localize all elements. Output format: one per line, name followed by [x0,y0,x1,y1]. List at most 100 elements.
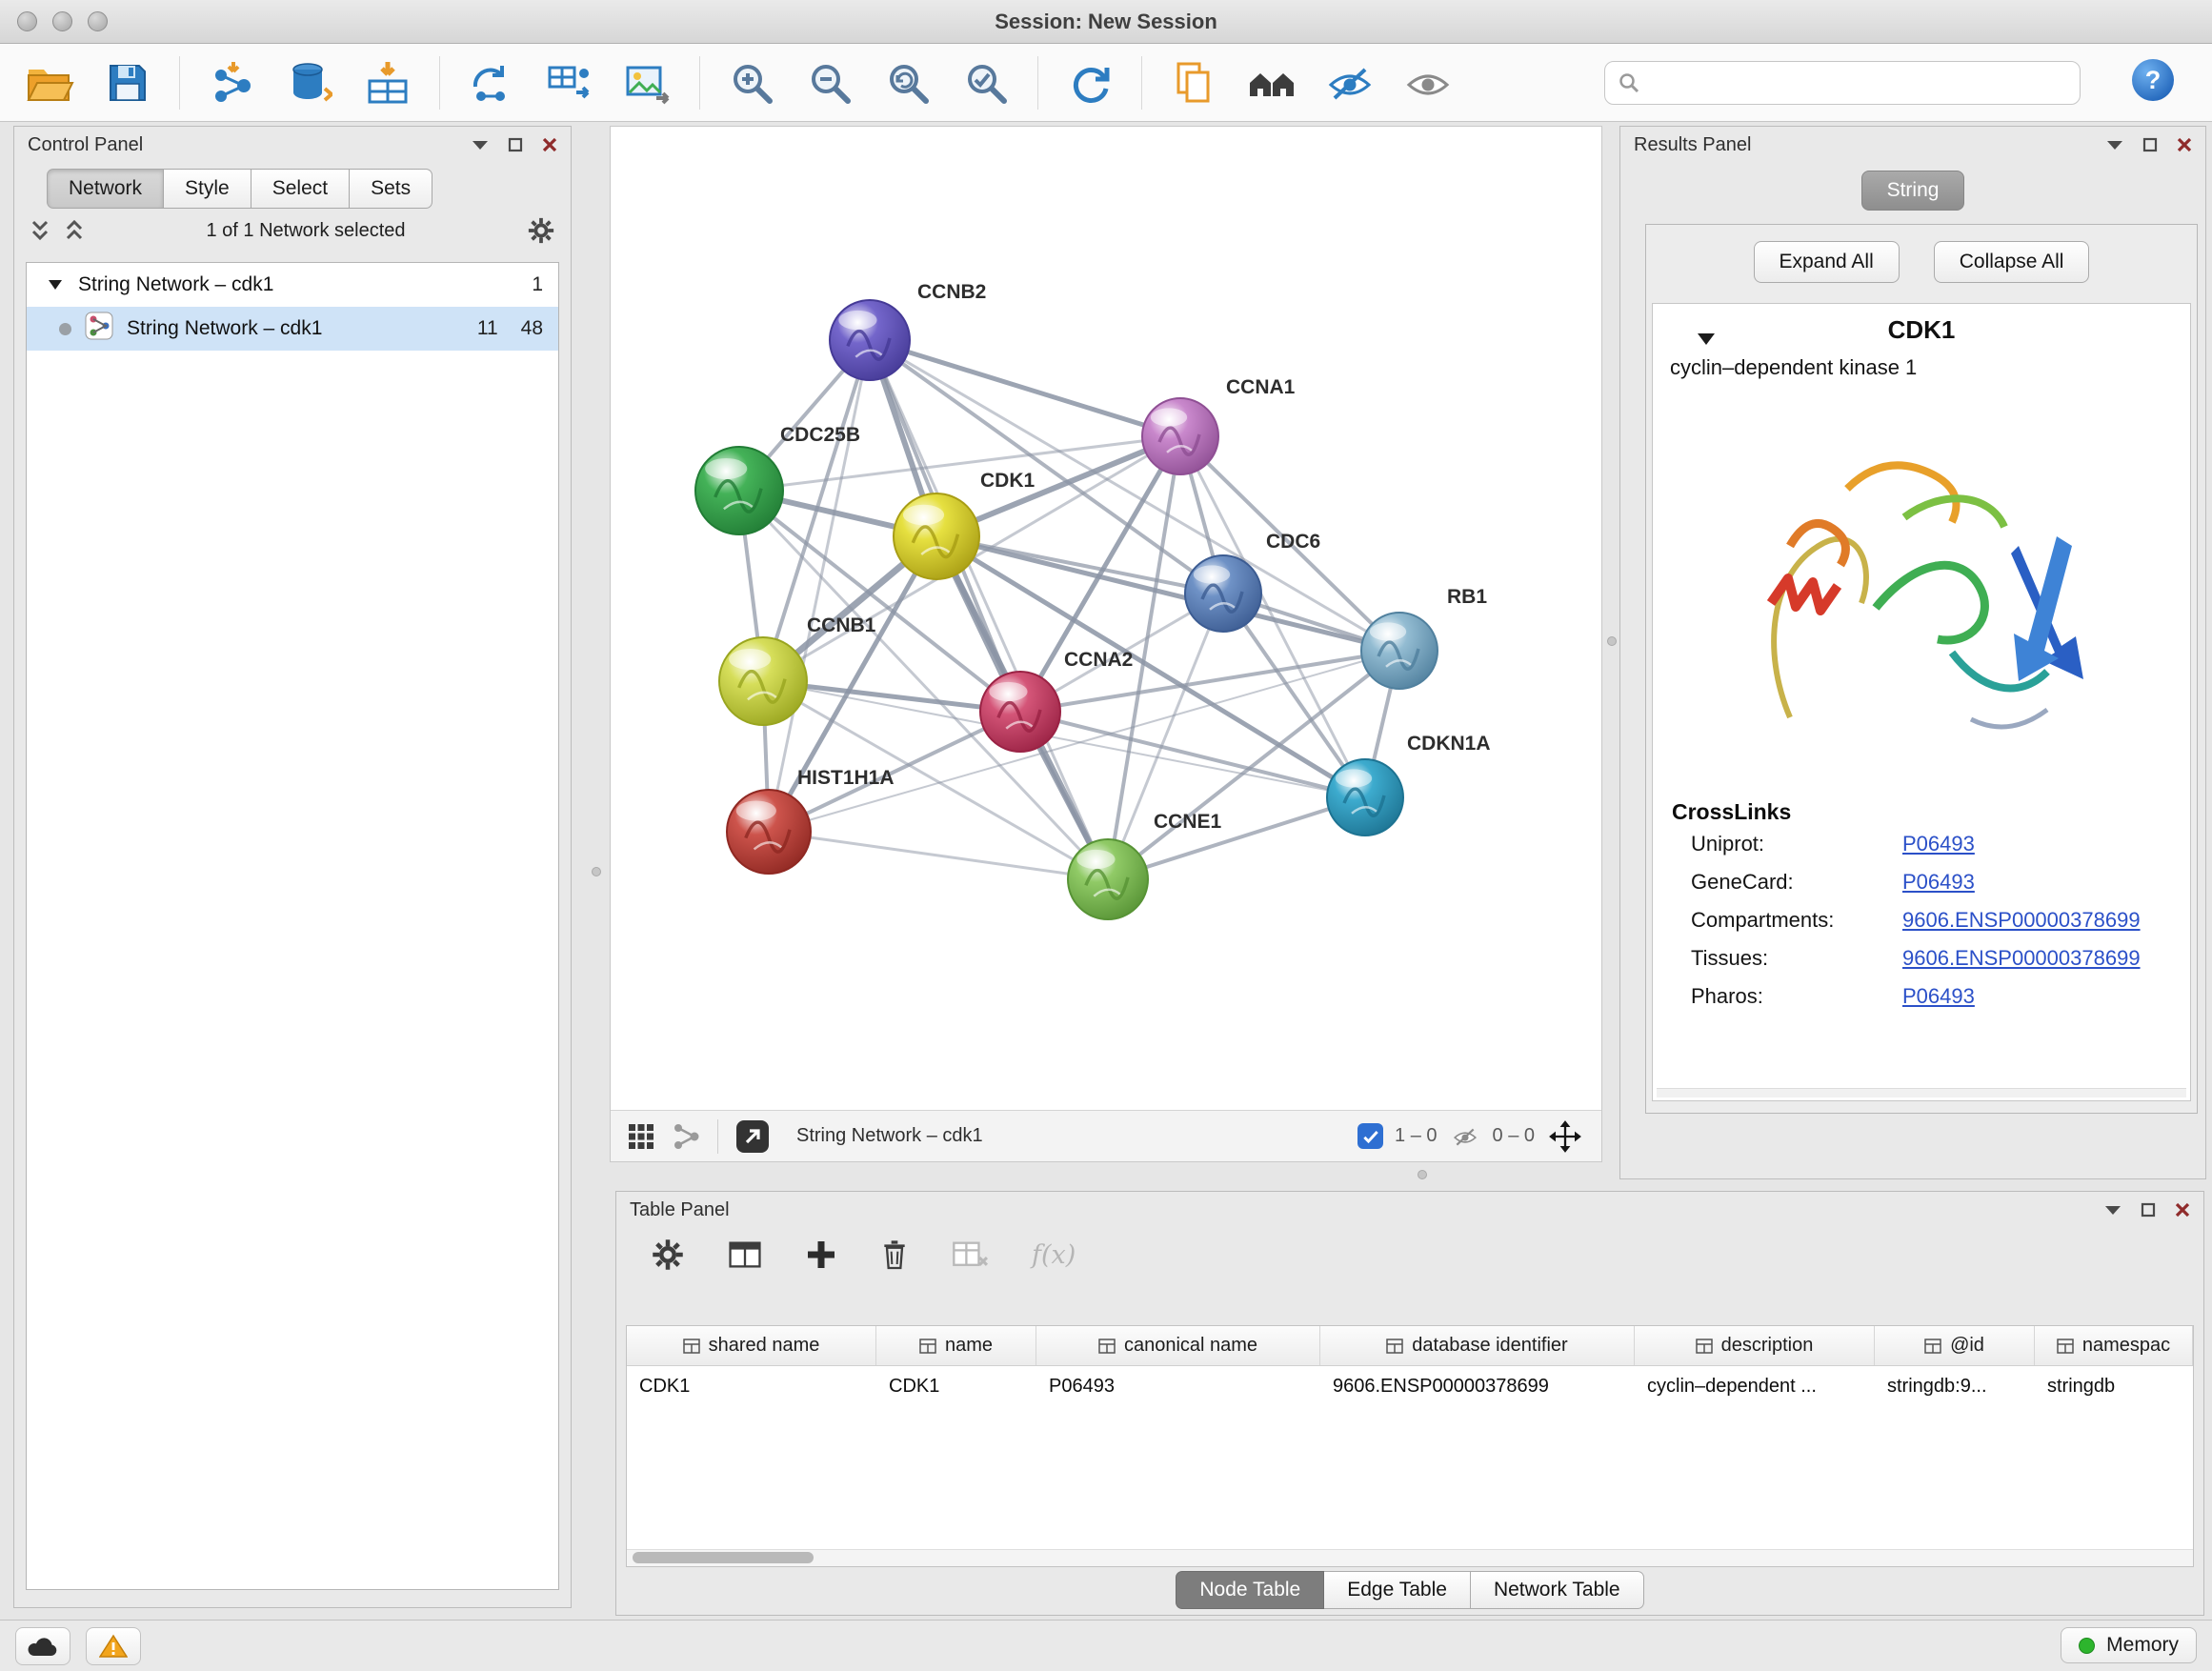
cell-shared-name[interactable]: CDK1 [627,1376,876,1398]
open-session-button[interactable] [23,53,76,112]
pan-crosshair-icon[interactable] [1546,1117,1584,1156]
disclosure-triangle-icon[interactable] [48,273,63,296]
network-edge[interactable] [769,340,870,832]
zoom-out-button[interactable] [803,53,856,112]
network-node-CDKN1A[interactable] [1327,759,1403,836]
column-header-description[interactable]: description [1635,1326,1875,1365]
network-from-table-button[interactable] [543,53,596,112]
memory-button[interactable]: Memory [2061,1627,2197,1663]
column-header-namespace[interactable]: namespac [2035,1326,2193,1365]
left-divider-handle[interactable] [592,867,601,876]
network-node-CCNB1[interactable] [719,637,807,725]
minimize-window-icon[interactable] [52,11,72,31]
scrollbar-thumb[interactable] [633,1552,814,1563]
help-button[interactable]: ? [2130,57,2176,108]
new-network-button[interactable] [465,53,518,112]
expand-all-button[interactable]: Expand All [1754,241,1900,283]
column-header-database-identifier[interactable]: database identifier [1320,1326,1635,1365]
tab-style[interactable]: Style [164,169,251,209]
right-divider-handle[interactable] [1607,636,1617,646]
import-network-file-button[interactable] [205,53,258,112]
save-session-button[interactable] [101,53,154,112]
grid-view-icon[interactable] [628,1123,654,1150]
tab-string[interactable]: String [1861,171,1965,211]
uniprot-link[interactable]: P06493 [1902,832,1975,856]
column-header-id[interactable]: @id [1875,1326,2035,1365]
zoom-in-button[interactable] [725,53,778,112]
network-node-CDC6[interactable] [1185,555,1261,632]
network-node-CCNA1[interactable] [1142,398,1218,474]
delete-table-icon[interactable] [952,1238,990,1271]
selected-checkbox-icon[interactable] [1357,1123,1383,1149]
panel-close-icon[interactable] [2177,137,2192,152]
tab-node-table[interactable]: Node Table [1176,1571,1324,1609]
create-column-icon[interactable] [805,1238,837,1271]
results-horizontal-scrollbar[interactable] [1657,1088,2186,1097]
tissues-link[interactable]: 9606.ENSP00000378699 [1902,946,2141,971]
close-window-icon[interactable] [17,11,37,31]
network-graph[interactable]: CCNB2CCNA1CDC25BCDK1CDC6RB1CCNB1CCNA2CDK… [611,127,1601,1110]
genecard-link[interactable]: P06493 [1902,870,1975,895]
bottom-divider-handle[interactable] [1418,1170,1427,1179]
network-node-CCNA2[interactable] [980,672,1060,752]
network-node-RB1[interactable] [1361,613,1438,689]
show-all-button[interactable] [1401,53,1455,112]
collapse-all-button[interactable]: Collapse All [1934,241,2090,283]
tab-network-table[interactable]: Network Table [1471,1571,1644,1609]
tab-edge-table[interactable]: Edge Table [1324,1571,1471,1609]
hidden-eye-icon[interactable] [1449,1124,1481,1149]
network-node-CCNB2[interactable] [830,300,910,380]
delete-column-icon[interactable] [879,1238,910,1272]
pharos-link[interactable]: P06493 [1902,984,1975,1009]
column-header-name[interactable]: name [876,1326,1036,1365]
cell-name[interactable]: CDK1 [876,1376,1036,1398]
toolbar-search[interactable] [1604,61,2081,105]
protein-collapse-icon[interactable] [1697,323,1716,352]
panel-collapse-icon[interactable] [2106,139,2123,151]
column-header-shared-name[interactable]: shared name [627,1326,876,1365]
zoom-fit-button[interactable] [881,53,935,112]
import-table-button[interactable] [361,53,414,112]
network-row-selected[interactable]: String Network – cdk1 11 48 [27,307,558,351]
cell-database-identifier[interactable]: 9606.ENSP00000378699 [1320,1376,1635,1398]
compartments-link[interactable]: 9606.ENSP00000378699 [1902,908,2141,933]
panel-collapse-icon[interactable] [472,139,489,151]
network-node-CCNE1[interactable] [1068,839,1148,919]
column-header-canonical-name[interactable]: canonical name [1036,1326,1320,1365]
network-edge[interactable] [870,340,1108,879]
tab-network[interactable]: Network [47,169,164,209]
network-edge[interactable] [870,340,1180,436]
panel-close-icon[interactable] [2175,1202,2190,1218]
table-settings-gear-icon[interactable] [651,1238,685,1272]
network-node-HIST1H1A[interactable] [727,790,811,874]
function-builder-icon[interactable]: f(x) [1032,1240,1076,1270]
expand-all-icon[interactable] [64,218,85,243]
table-row[interactable]: CDK1 CDK1 P06493 9606.ENSP00000378699 cy… [627,1366,2193,1406]
tab-select[interactable]: Select [251,169,350,209]
toolbar-search-input[interactable] [1649,71,2066,93]
refresh-network-button[interactable] [1063,53,1116,112]
panel-close-icon[interactable] [542,137,557,152]
network-edge[interactable] [769,651,1399,832]
panel-collapse-icon[interactable] [2104,1204,2122,1216]
home-button[interactable] [1245,53,1298,112]
cloud-button[interactable] [15,1627,70,1665]
network-node-CDK1[interactable] [894,493,979,579]
zoom-window-icon[interactable] [88,11,108,31]
window-titlebar[interactable]: Session: New Session [0,0,2212,44]
share-network-icon[interactable] [672,1122,700,1151]
network-options-gear-icon[interactable] [527,216,555,245]
hide-selected-button[interactable] [1323,53,1377,112]
panel-float-icon[interactable] [2142,137,2158,152]
table-horizontal-scrollbar[interactable] [627,1549,2193,1566]
network-node-CDC25B[interactable] [695,447,783,534]
collapse-all-icon[interactable] [30,218,50,243]
zoom-selected-button[interactable] [959,53,1013,112]
tab-sets[interactable]: Sets [350,169,432,209]
cell-namespace[interactable]: stringdb [2035,1376,2193,1398]
warnings-button[interactable] [86,1627,141,1665]
panel-float-icon[interactable] [2141,1202,2156,1218]
cell-id[interactable]: stringdb:9... [1875,1376,2035,1398]
show-columns-icon[interactable] [727,1238,763,1271]
panel-float-icon[interactable] [508,137,523,152]
